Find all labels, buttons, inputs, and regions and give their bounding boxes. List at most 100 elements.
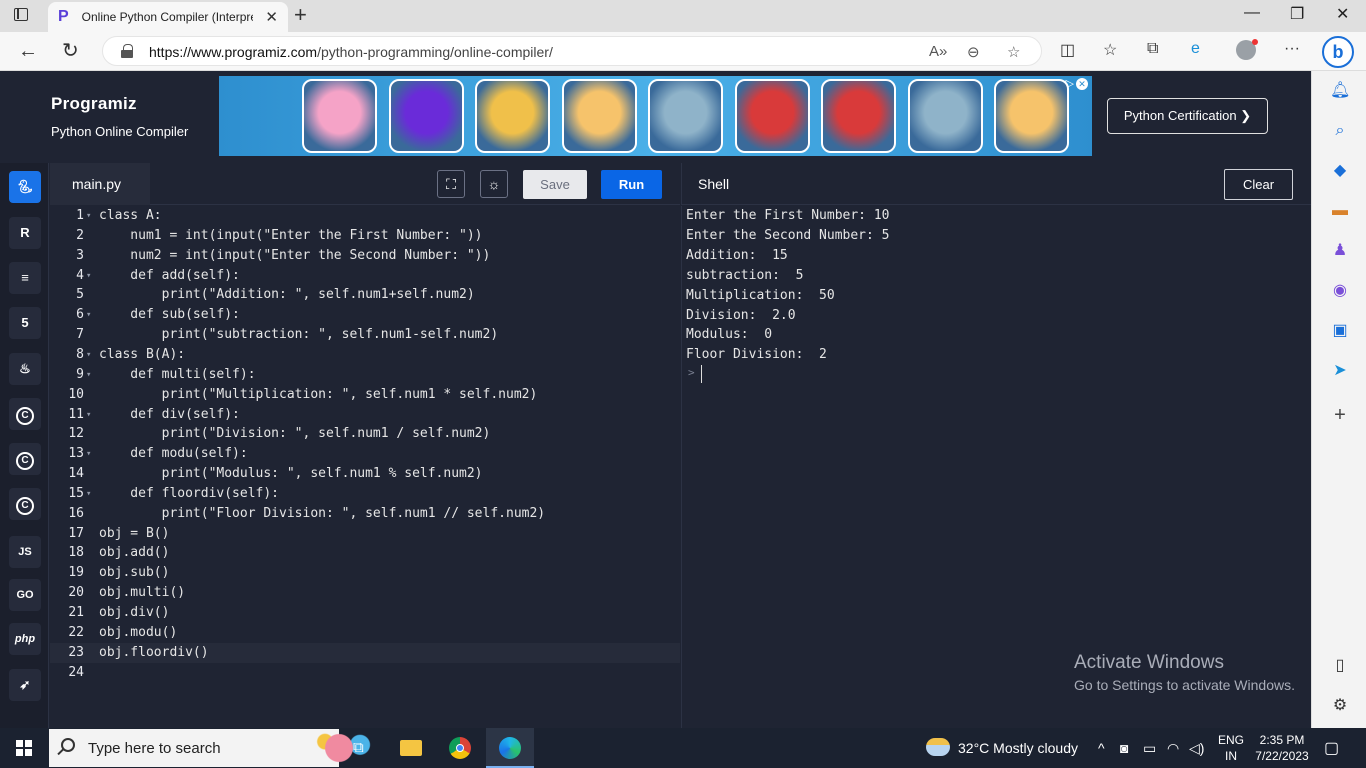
code-line[interactable]: 5 print("Addition: ", self.num1+self.num… <box>50 285 680 305</box>
favorite-star-icon[interactable]: ☆ <box>1007 43 1020 61</box>
ad-game-tile[interactable] <box>648 79 723 153</box>
code-line[interactable]: 19 obj.sub() <box>50 563 680 583</box>
tab-actions-icon[interactable] <box>14 8 30 24</box>
browser-tab[interactable]: P Online Python Compiler (Interpre ✕ <box>48 2 288 32</box>
sidebar-toggle-icon[interactable]: ▯ <box>1330 656 1350 676</box>
code-line[interactable]: 15 ▾ def floordiv(self): <box>50 484 680 504</box>
fold-toggle-icon[interactable]: ▾ <box>86 444 91 464</box>
code-line[interactable]: 13 ▾ def modu(self): <box>50 444 680 464</box>
fold-toggle-icon[interactable]: ▾ <box>86 345 91 365</box>
wifi-icon[interactable]: ◠ <box>1167 740 1179 757</box>
code-line[interactable]: 6 ▾ def sub(self): <box>50 305 680 325</box>
code-line[interactable]: 21 obj.div() <box>50 603 680 623</box>
ad-game-tile[interactable] <box>907 79 983 153</box>
outlook-icon[interactable]: ▣ <box>1330 321 1350 341</box>
language-indicator-bottom[interactable]: IN <box>1214 749 1248 763</box>
search-icon[interactable]: ⌕ <box>1330 121 1350 141</box>
volume-icon[interactable]: ◁) <box>1189 740 1204 757</box>
minimize-icon[interactable]: — <box>1244 4 1260 22</box>
fold-toggle-icon[interactable]: ▾ <box>86 206 91 226</box>
language-go-icon[interactable]: GO <box>9 579 41 611</box>
weather-icon[interactable] <box>926 738 950 756</box>
close-window-icon[interactable]: ✕ <box>1336 4 1349 24</box>
collections-icon[interactable]: ⧉ <box>1147 40 1158 58</box>
toolbox-icon[interactable]: ▬ <box>1330 201 1350 221</box>
tag-icon[interactable]: ◆ <box>1330 161 1350 181</box>
chrome-icon[interactable] <box>436 728 484 768</box>
file-tab[interactable]: main.py <box>50 163 150 205</box>
file-explorer-icon[interactable] <box>388 728 436 768</box>
ad-game-tile[interactable] <box>821 79 896 153</box>
fullscreen-icon[interactable]: ⛶ <box>437 170 465 198</box>
language-swift-icon[interactable]: ➶ <box>9 669 41 701</box>
clock-date[interactable]: 7/22/2023 <box>1250 749 1314 763</box>
ad-game-tile[interactable] <box>388 79 464 153</box>
ad-game-tile[interactable] <box>734 79 810 153</box>
python-certification-button[interactable]: Python Certification ❯ <box>1107 98 1268 134</box>
code-line[interactable]: 10 print("Multiplication: ", self.num1 *… <box>50 385 680 405</box>
language-sql-icon[interactable]: ≡ <box>9 262 41 294</box>
ad-game-tile[interactable] <box>302 79 377 153</box>
fold-toggle-icon[interactable]: ▾ <box>86 405 91 425</box>
settings-gear-icon[interactable]: ⚙ <box>1330 696 1350 716</box>
ad-game-tile[interactable] <box>475 79 550 153</box>
notification-center-icon[interactable]: ▢ <box>1324 738 1339 758</box>
refresh-icon[interactable]: ↻ <box>62 39 79 63</box>
split-screen-icon[interactable]: ◫ <box>1060 40 1075 60</box>
code-line[interactable]: 22 obj.modu() <box>50 623 680 643</box>
ad-game-tile[interactable] <box>561 79 637 153</box>
language-php-icon[interactable]: php <box>9 623 41 655</box>
theme-toggle-icon[interactable]: ☼ <box>480 170 508 198</box>
favorites-icon[interactable]: ☆ <box>1103 40 1117 60</box>
language-c-icon[interactable]: C <box>9 488 41 520</box>
edge-icon[interactable] <box>486 728 534 768</box>
fold-toggle-icon[interactable]: ▾ <box>86 305 91 325</box>
code-editor[interactable]: 1 ▾ class A: 2 num1 = int(input("Enter the … <box>50 206 680 728</box>
task-view-icon[interactable]: ⧉ <box>340 728 388 768</box>
close-tab-icon[interactable]: ✕ <box>265 8 278 26</box>
send-icon[interactable]: ➤ <box>1330 361 1350 381</box>
code-line[interactable]: 20 obj.multi() <box>50 583 680 603</box>
code-line[interactable]: 4 ▾ def add(self): <box>50 266 680 286</box>
code-line[interactable]: 12 print("Division: ", self.num1 / self.… <box>50 424 680 444</box>
language-html-icon[interactable]: 5 <box>9 307 41 339</box>
code-line[interactable]: 16 print("Floor Division: ", self.num1 /… <box>50 504 680 524</box>
games-icon[interactable]: ♟ <box>1330 241 1350 261</box>
language-python-icon[interactable]: 🐍︎ <box>9 171 41 203</box>
run-button[interactable]: Run <box>601 170 662 199</box>
code-line[interactable]: 18 obj.add() <box>50 543 680 563</box>
meet-now-icon[interactable]: ◙ <box>1120 740 1128 756</box>
language-c-icon[interactable]: C <box>9 443 41 475</box>
more-menu-icon[interactable]: ··· <box>1284 40 1300 58</box>
language-r-icon[interactable]: R <box>9 217 41 249</box>
fold-toggle-icon[interactable]: ▾ <box>86 365 91 385</box>
code-line[interactable]: 11 ▾ def div(self): <box>50 405 680 425</box>
code-line[interactable]: 3 num2 = int(input("Enter the Second Num… <box>50 246 680 266</box>
ad-banner[interactable]: ▷ ✕ <box>219 76 1092 156</box>
bing-chat-icon[interactable]: b <box>1322 36 1354 68</box>
office-icon[interactable]: ◉ <box>1330 281 1350 301</box>
programiz-logo[interactable]: Programiz <box>51 94 137 114</box>
clock-time[interactable]: 2:35 PM <box>1252 733 1312 747</box>
code-line[interactable]: 2 num1 = int(input("Enter the First Numb… <box>50 226 680 246</box>
code-line[interactable]: 24 <box>50 663 680 683</box>
code-line[interactable]: 8 ▾ class B(A): <box>50 345 680 365</box>
ad-game-tile[interactable] <box>994 79 1069 153</box>
code-line[interactable]: 17 obj = B() <box>50 524 680 544</box>
save-button[interactable]: Save <box>523 170 587 199</box>
language-indicator-top[interactable]: ENG <box>1214 733 1248 747</box>
language-js-icon[interactable]: JS <box>9 536 41 568</box>
code-line[interactable]: 9 ▾ def multi(self): <box>50 365 680 385</box>
shell-output[interactable]: > Activate Windows Go to Settings to act… <box>681 206 1311 728</box>
language-c-icon[interactable]: C <box>9 398 41 430</box>
weather-text[interactable]: 32°C Mostly cloudy <box>958 740 1078 756</box>
fold-toggle-icon[interactable]: ▾ <box>86 484 91 504</box>
back-icon[interactable]: ← <box>18 39 38 63</box>
zoom-icon[interactable]: ⊖ <box>967 43 980 61</box>
ad-close-icon[interactable]: ✕ <box>1076 78 1088 90</box>
edge-extension-icon[interactable]: e <box>1191 40 1200 58</box>
fold-toggle-icon[interactable]: ▾ <box>86 266 91 286</box>
code-line[interactable]: 1 ▾ class A: <box>50 206 680 226</box>
battery-icon[interactable]: ▭ <box>1143 740 1156 757</box>
taskbar-search[interactable]: Type here to search <box>49 729 381 767</box>
